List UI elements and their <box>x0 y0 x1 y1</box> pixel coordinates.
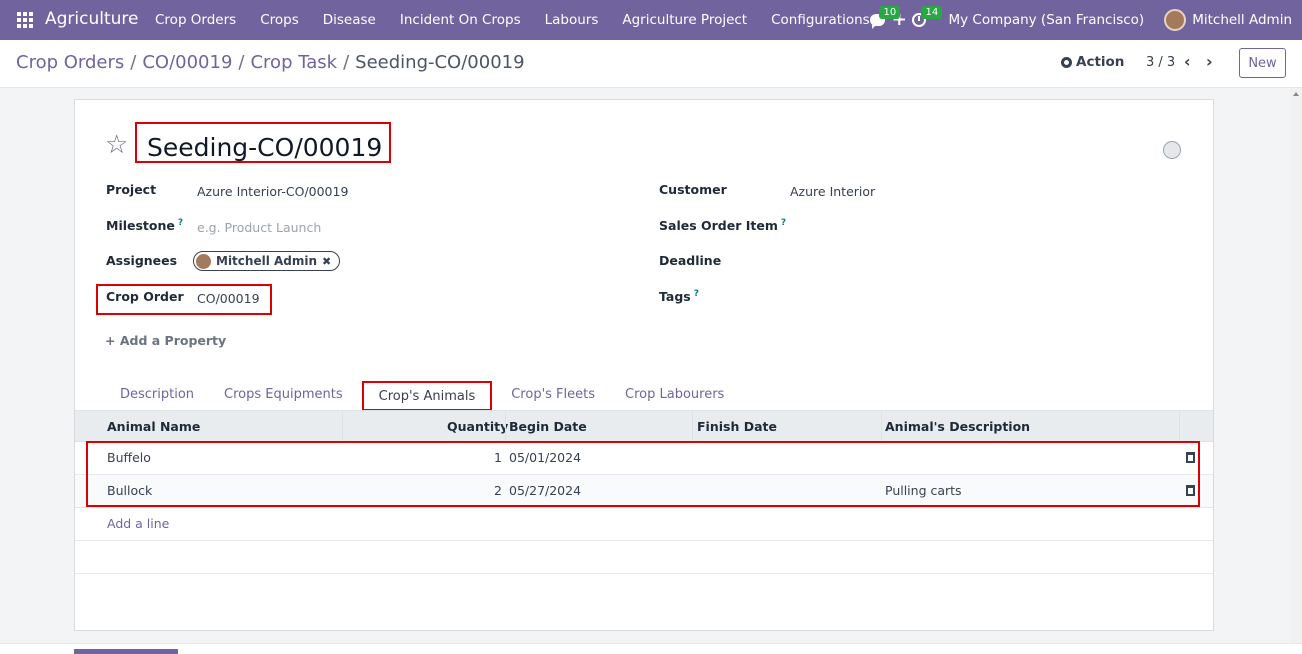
column-begin-date[interactable]: Begin Date <box>509 411 587 442</box>
table-header: Animal Name Quantity Begin Date Finish D… <box>75 410 1213 442</box>
task-title-input[interactable]: Seeding-CO/00019 <box>147 133 382 162</box>
column-finish-date[interactable]: Finish Date <box>697 411 777 442</box>
breadcrumb-current: Seeding-CO/00019 <box>355 52 525 73</box>
empty-row <box>75 541 1213 574</box>
pager-previous-icon[interactable]: ‹ <box>1184 52 1191 71</box>
milestone-field[interactable]: e.g. Product Launch <box>197 220 321 235</box>
tab-crops-equipments[interactable]: Crops Equipments <box>209 381 358 411</box>
gear-icon <box>1061 56 1072 68</box>
user-menu[interactable]: Mitchell Admin <box>1192 12 1292 28</box>
avatar <box>196 253 211 269</box>
breadcrumb-separator: / <box>130 52 137 73</box>
tab-crops-animals[interactable]: Crop's Animals <box>361 381 493 411</box>
pager-next-icon[interactable]: › <box>1206 52 1213 71</box>
deadline-label: Deadline <box>659 253 722 268</box>
breadcrumb-crop-orders[interactable]: Crop Orders <box>16 52 124 73</box>
star-icon[interactable]: ☆ <box>105 130 128 160</box>
form-sheet: ☆ Seeding-CO/00019 Project Azure Interio… <box>74 99 1214 631</box>
customer-label: Customer <box>659 182 727 197</box>
breadcrumb-crop-task[interactable]: Crop Task <box>250 52 337 73</box>
add-line-link[interactable]: Add a line <box>107 508 169 540</box>
menu-incident-on-crops[interactable]: Incident On Crops <box>388 0 533 40</box>
tags-label: Tags? <box>659 289 699 305</box>
project-field[interactable]: Azure Interior-CO/00019 <box>197 184 348 199</box>
kanban-state-icon[interactable] <box>1163 141 1181 159</box>
company-switcher[interactable]: My Company (San Francisco) <box>948 12 1144 28</box>
rows-highlight-box <box>86 441 1200 507</box>
remove-tag-icon[interactable]: ✖ <box>322 255 331 268</box>
sales-order-item-label: Sales Order Item? <box>659 218 787 234</box>
help-icon[interactable]: ? <box>178 218 183 228</box>
top-navbar: Agriculture Crop Orders Crops Disease In… <box>0 0 1302 40</box>
app-brand[interactable]: Agriculture <box>45 9 139 29</box>
column-animal-name[interactable]: Animal Name <box>107 411 200 442</box>
activity-count-badge: 14 <box>921 6 943 19</box>
control-panel: Crop Orders / CO/00019 / Crop Task / See… <box>0 40 1302 88</box>
milestone-label: Milestone? <box>106 218 184 234</box>
apps-grid-icon[interactable] <box>17 12 33 28</box>
tab-crop-labourers[interactable]: Crop Labourers <box>610 381 739 411</box>
menu-disease[interactable]: Disease <box>311 0 388 40</box>
assignee-tag[interactable]: Mitchell Admin ✖ <box>193 251 341 271</box>
breadcrumb-crop-order[interactable]: CO/00019 <box>142 52 232 73</box>
add-property-button[interactable]: + Add a Property <box>105 333 226 348</box>
crop-order-label: Crop Order <box>106 289 184 304</box>
pager-value[interactable]: 3 / 3 <box>1146 55 1175 70</box>
chat-count-badge: 10 <box>879 6 901 19</box>
crop-order-field[interactable]: CO/00019 <box>197 291 260 306</box>
menu-crop-orders[interactable]: Crop Orders <box>143 0 248 40</box>
column-quantity[interactable]: Quantity <box>447 411 508 442</box>
column-divider <box>505 411 506 442</box>
breadcrumb-separator: / <box>238 52 245 73</box>
tab-description[interactable]: Description <box>105 381 209 411</box>
activity-button[interactable]: 14 <box>904 0 943 40</box>
scroll-up-icon[interactable] <box>1293 92 1299 96</box>
help-icon[interactable]: ? <box>694 289 699 299</box>
animals-table: Animal Name Quantity Begin Date Finish D… <box>75 410 1213 574</box>
menu-crops[interactable]: Crops <box>248 0 311 40</box>
notebook-tabs: Description Crops Equipments Crop's Anim… <box>105 381 739 411</box>
action-button[interactable]: Action <box>1061 54 1124 70</box>
column-divider <box>1179 411 1180 442</box>
chatter-button[interactable] <box>74 649 178 654</box>
column-divider <box>342 411 343 442</box>
column-divider <box>881 411 882 442</box>
column-animals-description[interactable]: Animal's Description <box>885 411 1030 442</box>
breadcrumb: Crop Orders / CO/00019 / Crop Task / See… <box>16 52 525 73</box>
assignee-name: Mitchell Admin <box>216 254 318 268</box>
project-label: Project <box>106 182 157 197</box>
page-scrollbar[interactable] <box>1290 88 1302 654</box>
customer-field[interactable]: Azure Interior <box>790 184 875 199</box>
messaging-button[interactable]: 10 <box>862 0 901 40</box>
main-menu: Crop Orders Crops Disease Incident On Cr… <box>143 0 917 40</box>
breadcrumb-separator: / <box>343 52 350 73</box>
help-icon[interactable]: ? <box>781 218 786 228</box>
menu-agriculture-project[interactable]: Agriculture Project <box>610 0 759 40</box>
menu-labours[interactable]: Labours <box>533 0 611 40</box>
tab-crops-fleets[interactable]: Crop's Fleets <box>496 381 610 411</box>
assignees-label: Assignees <box>106 253 178 268</box>
new-button[interactable]: New <box>1239 48 1286 78</box>
column-divider <box>692 411 693 442</box>
chatter-area <box>0 643 1302 654</box>
add-line-row: Add a line <box>75 508 1213 541</box>
systray: 10 14 My Company (San Francisco) Mitchel… <box>862 0 1302 40</box>
action-label: Action <box>1076 54 1125 70</box>
user-avatar[interactable] <box>1164 9 1187 31</box>
